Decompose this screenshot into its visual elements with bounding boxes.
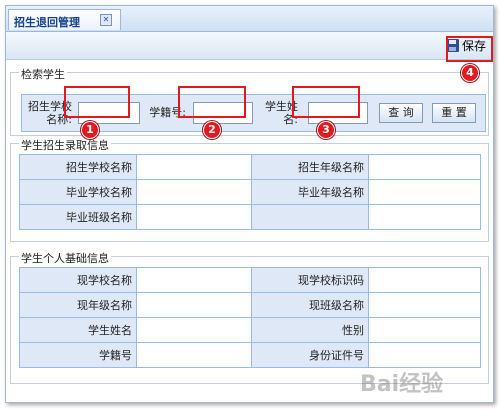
- field-label: 现学校标识码: [251, 267, 369, 293]
- field-label: 身份证件号: [251, 342, 369, 368]
- highlight-box-student-no: [178, 86, 246, 118]
- tab-label: 招生退回管理: [14, 16, 80, 29]
- tab-enrollment-return[interactable]: 招生退回管理 ✕: [8, 9, 121, 30]
- field-value: [136, 179, 252, 205]
- field-label: 毕业年级名称: [251, 179, 369, 205]
- field-value: [368, 179, 481, 205]
- callout-badge-2: 2: [203, 121, 221, 139]
- table-row: 现年级名称 现班级名称: [19, 292, 481, 318]
- watermark: Bai经验: [360, 372, 444, 397]
- reset-button[interactable]: 重 置: [432, 103, 476, 123]
- highlight-box-save: [446, 36, 493, 62]
- field-value: [368, 317, 481, 343]
- field-label: 现学校名称: [19, 267, 137, 293]
- field-value: [368, 154, 481, 180]
- table-row: 毕业学校名称 毕业年级名称: [19, 179, 481, 205]
- enrollment-panel: 学生招生录取信息 招生学校名称 招生年级名称 毕业学校名称 毕业年级名称 毕业班…: [10, 137, 489, 242]
- close-icon[interactable]: ✕: [100, 14, 112, 26]
- field-value: [136, 204, 252, 230]
- table-row: 招生学校名称 招生年级名称: [19, 154, 481, 180]
- toolbar: 保存: [6, 32, 493, 60]
- enrollment-table: 招生学校名称 招生年级名称 毕业学校名称 毕业年级名称 毕业班级名称: [19, 154, 481, 230]
- field-label: 毕业班级名称: [19, 204, 137, 230]
- search-legend: 检索学生: [19, 66, 67, 82]
- field-value: [368, 342, 481, 368]
- field-value: [136, 317, 252, 343]
- field-value: [368, 267, 481, 293]
- personal-panel: 学生个人基础信息 现学校名称 现学校标识码 现年级名称 现班级名称 学生姓名 性…: [10, 250, 489, 384]
- main-window: 招生退回管理 ✕ 保存 检索学生 招生学校名称: 学籍号: 学生姓名: 查 询 …: [5, 5, 494, 403]
- field-value: [368, 292, 481, 318]
- field-value: [136, 342, 252, 368]
- field-label: 招生年级名称: [251, 154, 369, 180]
- field-label: 学生姓名: [19, 317, 137, 343]
- field-value: [136, 267, 252, 293]
- field-label: 学籍号: [19, 342, 137, 368]
- table-row: 现学校名称 现学校标识码: [19, 267, 481, 293]
- field-value: [368, 204, 481, 230]
- field-label: 性别: [251, 317, 369, 343]
- callout-badge-3: 3: [317, 121, 335, 139]
- field-label: 招生学校名称: [19, 154, 137, 180]
- personal-table: 现学校名称 现学校标识码 现年级名称 现班级名称 学生姓名 性别 学籍号 身份证…: [19, 267, 481, 368]
- query-button[interactable]: 查 询: [379, 103, 423, 123]
- highlight-box-school: [64, 86, 130, 118]
- tab-bar: 招生退回管理 ✕: [6, 6, 493, 32]
- field-label: 毕业学校名称: [19, 179, 137, 205]
- table-row: 学籍号 身份证件号: [19, 342, 481, 368]
- table-row: 毕业班级名称: [19, 204, 481, 230]
- enrollment-legend: 学生招生录取信息: [19, 137, 111, 153]
- personal-legend: 学生个人基础信息: [19, 250, 111, 266]
- field-label: 现班级名称: [251, 292, 369, 318]
- field-value: [136, 154, 252, 180]
- callout-badge-4: 4: [461, 64, 479, 82]
- callout-badge-1: 1: [81, 121, 99, 139]
- field-value: [136, 292, 252, 318]
- field-label: 现年级名称: [19, 292, 137, 318]
- table-row: 学生姓名 性别: [19, 317, 481, 343]
- highlight-box-student-name: [292, 86, 360, 118]
- field-label: [251, 204, 369, 230]
